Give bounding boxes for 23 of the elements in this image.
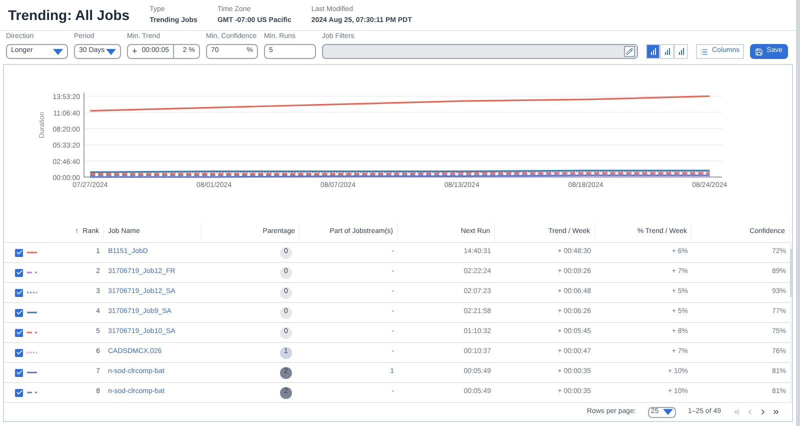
row-checkbox[interactable] — [15, 328, 23, 336]
row-checkbox[interactable] — [15, 388, 23, 396]
edit-icon[interactable] — [624, 46, 635, 57]
row-checkbox[interactable] — [15, 248, 23, 256]
row-checkbox[interactable] — [15, 268, 23, 276]
job-filters-field[interactable] — [322, 44, 638, 59]
page-title: Trending: All Jobs — [8, 6, 130, 25]
next-page-icon[interactable] — [759, 408, 767, 416]
row-checkbox[interactable] — [15, 288, 23, 296]
row-checkbox[interactable] — [15, 368, 23, 376]
chart-view-toggle[interactable] — [674, 44, 688, 59]
row-checkbox[interactable] — [15, 308, 23, 316]
chart-view-toggle[interactable] — [646, 44, 660, 59]
chart-view-toggle[interactable] — [660, 44, 674, 59]
row-checkbox[interactable] — [15, 348, 23, 356]
last-page-icon[interactable] — [772, 408, 780, 416]
list-icon — [700, 48, 708, 56]
sign-toggle[interactable]: + — [132, 44, 138, 58]
caret-icon — [106, 48, 116, 54]
scrollbar[interactable] — [790, 243, 792, 403]
save-icon — [754, 48, 763, 56]
caret-icon — [53, 48, 63, 54]
caret-icon — [662, 409, 673, 415]
